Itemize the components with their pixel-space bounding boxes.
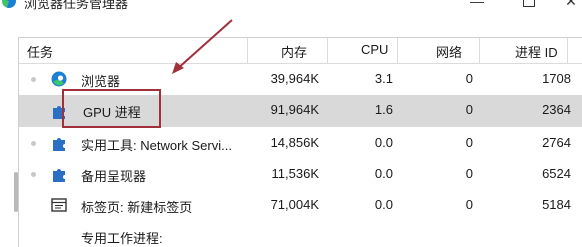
- annotation-arrow: [172, 19, 233, 74]
